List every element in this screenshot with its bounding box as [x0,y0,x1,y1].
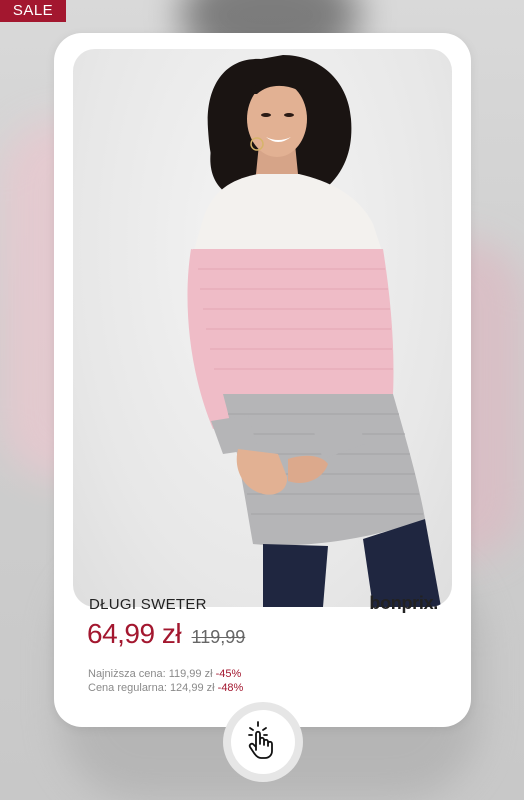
tap-hand-icon [245,720,281,765]
old-price: 119,99 [191,627,246,647]
product-name[interactable]: DŁUGI SWETER [89,596,207,613]
price-row: 64,99 zł 119,99 [87,618,245,650]
current-price: 64,99 zł [87,618,182,649]
tap-button-inner[interactable] [231,710,295,774]
regular-price-discount: -48% [217,682,244,694]
lowest-price-label: Najniższa cena: 119,99 zł [88,668,213,680]
regular-price-label: Cena regularna: 124,99 zł [88,682,215,694]
lowest-price-info: Najniższa cena: 119,99 zł -45% [88,668,241,680]
sale-badge: SALE [0,0,66,22]
model-illustration [187,55,441,607]
lowest-price-discount: -45% [215,668,242,680]
tap-button[interactable] [223,702,303,782]
product-card[interactable]: DŁUGI SWETER bonprix. 64,99 zł 119,99 Na… [54,33,471,727]
brand-logo: bonprix. [369,593,438,613]
regular-price-info: Cena regularna: 124,99 zł -48% [88,682,243,694]
product-image[interactable] [73,49,452,607]
